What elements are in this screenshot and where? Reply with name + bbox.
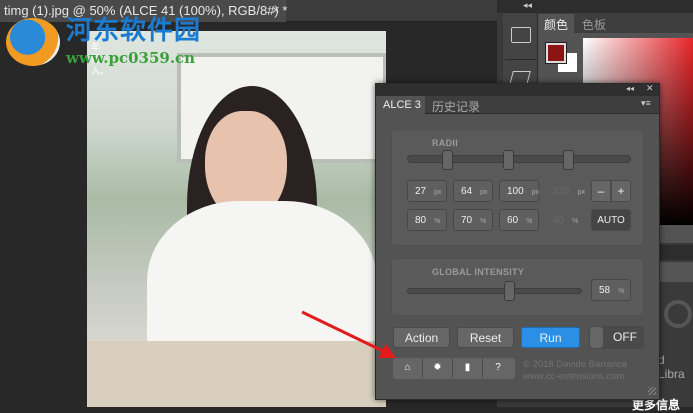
- 3d-panel-icon[interactable]: [511, 27, 531, 43]
- arrow-shaft: [301, 310, 386, 354]
- tab-color[interactable]: 颜色: [538, 14, 575, 33]
- dock-header: ◂◂: [497, 0, 693, 13]
- radii-slider-knob-3[interactable]: [563, 150, 575, 170]
- panel-menu-icon[interactable]: ▾≡: [641, 98, 651, 109]
- website-link[interactable]: www.cc-extensions.com: [523, 371, 624, 382]
- intensity-label: GLOBAL INTENSITY: [432, 267, 525, 277]
- dock-divider: [660, 245, 693, 260]
- minus-button[interactable]: –: [591, 180, 611, 202]
- red-arrow-annotation: [301, 310, 396, 358]
- radii-slider-knob-1[interactable]: [442, 150, 454, 170]
- tab-alce3[interactable]: ALCE 3: [376, 96, 425, 114]
- intensity-group: GLOBAL INTENSITY 58%: [391, 258, 644, 316]
- toggle-knob: [590, 327, 603, 348]
- amount-4-field: 40%: [553, 215, 579, 226]
- copyright-text: © 2018 Davide Barranca: [523, 359, 628, 370]
- collapse-icon[interactable]: ◂◂: [626, 84, 634, 93]
- reset-button[interactable]: Reset: [457, 327, 514, 348]
- radii-group: RADII 27 px 64 px 100 px 225 px 80% 70% 60% …: [391, 129, 644, 246]
- alce-panel: ◂◂ ✕ ALCE 3 历史记录 ▾≡ RADII 27 px 64 px 100 p…: [375, 83, 660, 400]
- intensity-field[interactable]: 58%: [591, 279, 631, 301]
- foreground-color-swatch[interactable]: [545, 42, 567, 64]
- radius-1-field[interactable]: 27 px: [407, 180, 447, 202]
- footer-icon-bar: ⌂ ✹ ▮ ?: [393, 358, 515, 379]
- divider: [505, 59, 536, 60]
- color-panel-tabs: 颜色 色板: [538, 13, 693, 33]
- watermark-logo: [6, 18, 60, 66]
- collapse-icon[interactable]: ◂◂: [523, 0, 532, 11]
- run-button[interactable]: Run: [521, 327, 580, 348]
- amount-1-field[interactable]: 80%: [407, 209, 447, 231]
- close-panel-icon[interactable]: ✕: [646, 83, 654, 94]
- radii-slider-knob-2[interactable]: [502, 150, 514, 170]
- settings-icon[interactable]: ✹: [423, 358, 453, 378]
- intensity-slider-track[interactable]: [407, 288, 582, 294]
- tab-history[interactable]: 历史记录: [428, 96, 484, 117]
- watermark-title: 河东软件园: [66, 16, 202, 46]
- amount-3-field[interactable]: 60%: [499, 209, 539, 231]
- radius-4-field: 225 px: [553, 186, 586, 197]
- plus-button[interactable]: +: [611, 180, 631, 202]
- panel-header[interactable]: ◂◂ ✕: [376, 83, 659, 96]
- document-icon[interactable]: ▮: [453, 358, 483, 378]
- intensity-slider-knob[interactable]: [503, 281, 515, 301]
- amount-2-field[interactable]: 70%: [453, 209, 493, 231]
- toggle-label: OFF: [613, 330, 637, 344]
- off-toggle[interactable]: OFF: [589, 326, 644, 349]
- panel-tabs: ALCE 3 历史记录 ▾≡: [376, 96, 659, 114]
- watermark-url: www.pc0359.cn: [66, 49, 196, 67]
- tab-swatches[interactable]: 色板: [576, 14, 612, 33]
- libraries-icon: [664, 300, 692, 328]
- help-icon[interactable]: ?: [483, 358, 513, 378]
- libraries-label: d Libra: [658, 353, 685, 381]
- radii-slider-track[interactable]: [407, 155, 631, 163]
- close-tab-icon[interactable]: ×: [272, 2, 280, 17]
- radius-2-field[interactable]: 64 px: [453, 180, 493, 202]
- resize-grip-icon[interactable]: [648, 387, 656, 395]
- libraries-header: [660, 262, 693, 282]
- radii-label: RADII: [432, 138, 458, 148]
- radius-3-field[interactable]: 100 px: [499, 180, 539, 202]
- auto-button[interactable]: AUTO: [591, 209, 631, 231]
